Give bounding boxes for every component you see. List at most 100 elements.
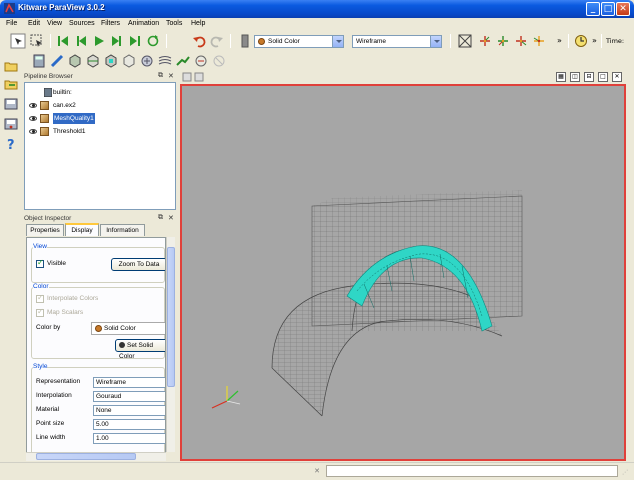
tab-properties[interactable]: Properties [26, 224, 64, 236]
load-state-icon[interactable] [4, 77, 18, 91]
pipeline-item-can-ex2[interactable]: can.ex2 [29, 100, 169, 111]
slice-icon[interactable] [86, 54, 100, 68]
extract-level-icon[interactable] [212, 54, 226, 68]
view-plus-x-icon[interactable] [478, 34, 492, 48]
view-minus-y-icon[interactable] [532, 34, 546, 48]
view-plus-y-icon[interactable] [514, 34, 528, 48]
pipeline-item-label: MeshQuality1 [53, 113, 95, 124]
zoom-to-data-button[interactable]: Zoom To Data [111, 258, 165, 271]
render-view[interactable] [180, 84, 626, 461]
open-folder-icon[interactable] [4, 59, 18, 73]
camera-redo-icon[interactable] [194, 72, 204, 82]
glyph-icon[interactable] [140, 54, 154, 68]
view-tabstrip: ▦ ◫ ⊟ □ ✕ [180, 72, 626, 83]
close-panel-icon[interactable]: ✕ [168, 214, 174, 222]
tab-display[interactable]: Display [65, 223, 99, 236]
extract-subset-icon[interactable] [122, 54, 136, 68]
source-icon [40, 101, 49, 110]
warp-vector-icon[interactable] [176, 54, 190, 68]
stream-tracer-icon[interactable] [158, 54, 172, 68]
undock-icon[interactable]: ⧉ [158, 214, 163, 222]
scroll-thumb[interactable] [36, 453, 136, 460]
undo-icon[interactable] [192, 34, 206, 48]
left-toolbar: ? [0, 56, 22, 460]
calculator-icon[interactable] [32, 54, 46, 68]
representation-select[interactable]: Wireframe [93, 377, 165, 388]
close-view-icon[interactable]: ✕ [612, 72, 622, 82]
menu-help[interactable]: Help [191, 20, 205, 27]
line-width-input[interactable]: 1.00 [93, 433, 165, 444]
visible-checkbox[interactable] [36, 258, 44, 268]
minimize-button[interactable]: _ [586, 2, 600, 16]
inspector-horizontal-scrollbar[interactable] [26, 452, 166, 461]
eye-icon[interactable] [29, 116, 37, 121]
save-data-icon[interactable] [4, 97, 18, 111]
clear-progress-icon[interactable]: ✕ [312, 466, 322, 476]
interpolation-label: Interpolation [36, 392, 72, 399]
help-icon[interactable]: ? [4, 137, 18, 151]
menu-tools[interactable]: Tools [166, 20, 182, 27]
camera-undo-icon[interactable] [182, 72, 192, 82]
scroll-thumb[interactable] [167, 247, 175, 387]
menu-sources[interactable]: Sources [69, 20, 95, 27]
menu-bar: File Edit View Sources Filters Animation… [0, 18, 634, 30]
view-minus-x-icon[interactable] [496, 34, 510, 48]
color-map-editor-icon[interactable] [238, 34, 252, 48]
render-canvas[interactable] [182, 86, 624, 459]
maximize-button[interactable]: □ [601, 2, 615, 16]
menu-view[interactable]: View [47, 20, 62, 27]
representation-combo[interactable]: Wireframe [352, 35, 442, 48]
inspector-vertical-scrollbar[interactable] [166, 237, 175, 452]
loop-icon[interactable] [146, 34, 160, 48]
tab-information[interactable]: Information [100, 224, 145, 236]
next-frame-icon[interactable] [110, 34, 124, 48]
close-button[interactable]: ✕ [616, 2, 630, 16]
previous-frame-icon[interactable] [74, 34, 88, 48]
play-icon[interactable] [92, 34, 106, 48]
toolbar-overflow-1[interactable]: » [557, 36, 562, 45]
point-size-input[interactable]: 5.00 [93, 419, 165, 430]
group-datasets-icon[interactable] [194, 54, 208, 68]
last-frame-icon[interactable] [128, 34, 142, 48]
eye-icon[interactable] [29, 129, 37, 134]
line-width-label: Line width [36, 434, 66, 441]
interpolate-colors-checkbox[interactable] [36, 293, 44, 303]
pipeline-browser-header: Pipeline Browser ⧉ ✕ [24, 72, 176, 82]
split-vertical-icon[interactable]: ⊟ [584, 72, 594, 82]
toolbar-overflow-2[interactable]: » [592, 36, 597, 45]
undock-icon[interactable]: ⧉ [158, 72, 163, 80]
pipeline-item-meshquality1[interactable]: MeshQuality1 [29, 113, 169, 124]
menu-animation[interactable]: Animation [128, 20, 159, 27]
maximize-view-icon[interactable]: □ [598, 72, 608, 82]
color-by-select[interactable]: Solid Color [91, 322, 165, 335]
reset-camera-icon[interactable] [458, 34, 472, 48]
orientation-axes [211, 386, 241, 409]
contour-icon[interactable] [50, 54, 64, 68]
menu-filters[interactable]: Filters [101, 20, 120, 27]
resize-grip-icon[interactable]: ⋰ [622, 469, 628, 476]
close-panel-icon[interactable]: ✕ [168, 72, 174, 80]
material-select[interactable]: None [93, 405, 165, 416]
map-scalars-checkbox[interactable] [36, 307, 44, 317]
redo-icon[interactable] [210, 34, 224, 48]
clip-icon[interactable] [68, 54, 82, 68]
save-state-icon[interactable] [4, 117, 18, 131]
color-by-combo[interactable]: Solid Color [254, 35, 344, 48]
interact-mode-icon[interactable] [10, 33, 26, 49]
threshold-icon[interactable] [104, 54, 118, 68]
representation-combo-text: Wireframe [356, 38, 386, 45]
interpolation-select[interactable]: Gouraud [93, 391, 165, 402]
eye-icon[interactable] [29, 103, 37, 108]
time-clock-icon[interactable] [574, 34, 588, 48]
select-mode-icon[interactable] [30, 34, 44, 48]
first-frame-icon[interactable] [56, 34, 70, 48]
view-options-icon[interactable]: ▦ [556, 72, 566, 82]
menu-edit[interactable]: Edit [28, 20, 40, 27]
set-solid-color-button[interactable]: Set Solid Color [115, 339, 165, 360]
split-horizontal-icon[interactable]: ◫ [570, 72, 580, 82]
menu-file[interactable]: File [6, 20, 17, 27]
pipeline-item-threshold1[interactable]: Threshold1 [29, 126, 169, 137]
material-label: Material [36, 406, 60, 413]
pipeline-item-builtin[interactable]: builtin: [29, 87, 169, 98]
color-group-title: Color [33, 283, 49, 290]
